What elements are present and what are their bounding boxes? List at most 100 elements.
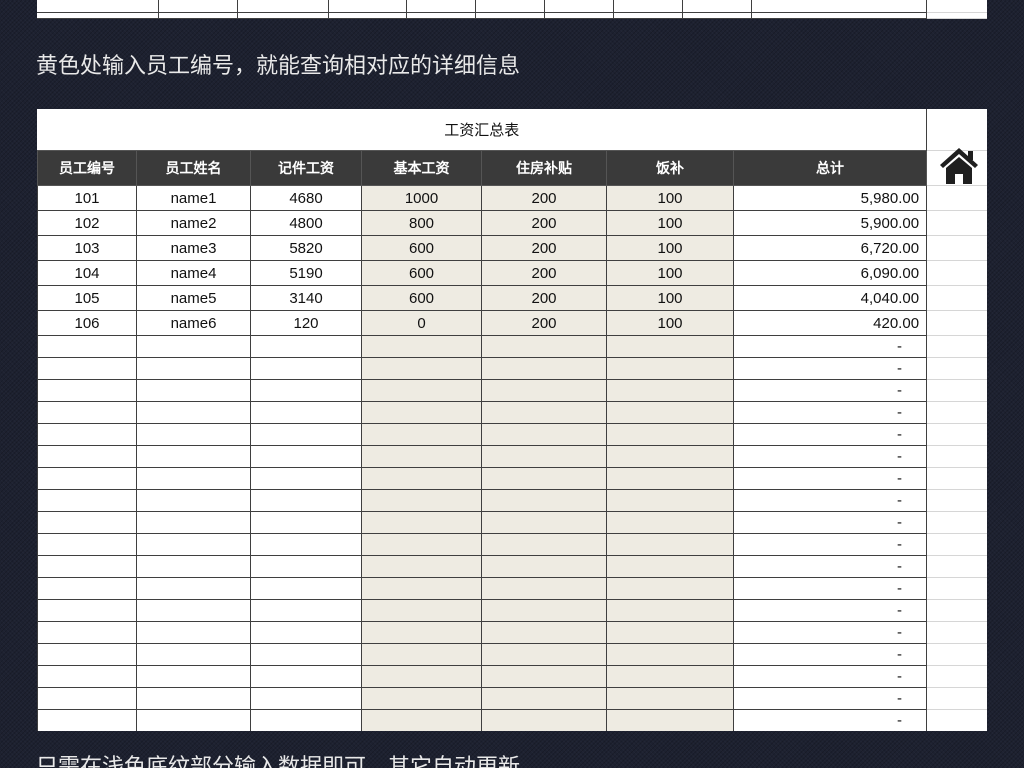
cell-total[interactable]: -: [732, 335, 928, 358]
cell-housing-allowance[interactable]: [481, 423, 607, 446]
cell-housing-allowance[interactable]: 200: [481, 285, 607, 311]
cell-employee-id[interactable]: [37, 533, 137, 556]
cell-employee-id[interactable]: 102: [37, 210, 137, 236]
partial-side-cell[interactable]: [926, 12, 987, 19]
sheet-title[interactable]: 工资汇总表: [37, 109, 928, 151]
cell-housing-allowance[interactable]: [481, 401, 607, 424]
cell-employee-name[interactable]: [136, 709, 251, 731]
cell-housing-allowance[interactable]: [481, 379, 607, 402]
cell-meal-allowance[interactable]: [606, 423, 734, 446]
side-cell[interactable]: [926, 687, 987, 710]
cell-employee-id[interactable]: [37, 555, 137, 578]
cell-base-wage[interactable]: [361, 709, 482, 731]
column-header-employee-name[interactable]: 员工姓名: [136, 150, 251, 186]
cell-total[interactable]: -: [732, 621, 928, 644]
cell-piece-wage[interactable]: [250, 445, 362, 468]
cell-piece-wage[interactable]: [250, 511, 362, 534]
cell-employee-id[interactable]: 104: [37, 260, 137, 286]
partial-cell[interactable]: [37, 0, 159, 13]
side-cell[interactable]: [926, 310, 987, 336]
cell-meal-allowance[interactable]: [606, 357, 734, 380]
cell-housing-allowance[interactable]: [481, 709, 607, 731]
side-cell[interactable]: [926, 379, 987, 402]
column-header-total[interactable]: 总计: [732, 150, 928, 186]
cell-meal-allowance[interactable]: [606, 335, 734, 358]
cell-total[interactable]: 5,900.00: [732, 210, 928, 236]
cell-total[interactable]: -: [732, 423, 928, 446]
cell-employee-id[interactable]: [37, 511, 137, 534]
cell-total[interactable]: -: [732, 533, 928, 556]
column-header-base-wage[interactable]: 基本工资: [361, 150, 482, 186]
cell-housing-allowance[interactable]: [481, 665, 607, 688]
cell-employee-name[interactable]: [136, 335, 251, 358]
cell-meal-allowance[interactable]: 100: [606, 260, 734, 286]
cell-base-wage[interactable]: [361, 467, 482, 490]
cell-employee-id[interactable]: [37, 379, 137, 402]
cell-piece-wage[interactable]: [250, 709, 362, 731]
cell-employee-name[interactable]: name4: [136, 260, 251, 286]
cell-meal-allowance[interactable]: 100: [606, 285, 734, 311]
cell-employee-id[interactable]: 101: [37, 185, 137, 211]
cell-piece-wage[interactable]: [250, 423, 362, 446]
cell-housing-allowance[interactable]: [481, 511, 607, 534]
cell-employee-id[interactable]: [37, 467, 137, 490]
side-cell[interactable]: [926, 210, 987, 236]
cell-base-wage[interactable]: [361, 555, 482, 578]
side-cell[interactable]: [926, 445, 987, 468]
cell-employee-id[interactable]: 105: [37, 285, 137, 311]
partial-cell[interactable]: [613, 12, 683, 19]
partial-cell[interactable]: [682, 0, 752, 13]
partial-cell[interactable]: [158, 0, 238, 13]
cell-base-wage[interactable]: 600: [361, 260, 482, 286]
cell-piece-wage[interactable]: 4800: [250, 210, 362, 236]
cell-piece-wage[interactable]: [250, 577, 362, 600]
cell-employee-name[interactable]: [136, 467, 251, 490]
cell-housing-allowance[interactable]: [481, 555, 607, 578]
cell-total[interactable]: -: [732, 599, 928, 622]
cell-base-wage[interactable]: [361, 533, 482, 556]
partial-cell[interactable]: [406, 12, 476, 19]
cell-total[interactable]: -: [732, 357, 928, 380]
cell-housing-allowance[interactable]: [481, 357, 607, 380]
cell-employee-name[interactable]: [136, 489, 251, 512]
cell-total[interactable]: -: [732, 577, 928, 600]
cell-housing-allowance[interactable]: [481, 599, 607, 622]
cell-meal-allowance[interactable]: [606, 665, 734, 688]
cell-employee-name[interactable]: [136, 445, 251, 468]
cell-total[interactable]: 420.00: [732, 310, 928, 336]
side-cell[interactable]: [926, 621, 987, 644]
cell-housing-allowance[interactable]: 200: [481, 185, 607, 211]
cell-housing-allowance[interactable]: [481, 687, 607, 710]
cell-piece-wage[interactable]: [250, 687, 362, 710]
cell-meal-allowance[interactable]: [606, 445, 734, 468]
cell-employee-id[interactable]: [37, 401, 137, 424]
cell-employee-name[interactable]: [136, 621, 251, 644]
cell-meal-allowance[interactable]: [606, 621, 734, 644]
cell-employee-id[interactable]: [37, 423, 137, 446]
cell-base-wage[interactable]: [361, 577, 482, 600]
cell-housing-allowance[interactable]: 200: [481, 310, 607, 336]
cell-meal-allowance[interactable]: 100: [606, 310, 734, 336]
cell-employee-id[interactable]: [37, 599, 137, 622]
cell-base-wage[interactable]: [361, 423, 482, 446]
cell-employee-name[interactable]: [136, 555, 251, 578]
partial-cell[interactable]: [406, 0, 476, 13]
cell-base-wage[interactable]: [361, 357, 482, 380]
cell-piece-wage[interactable]: [250, 379, 362, 402]
cell-base-wage[interactable]: [361, 335, 482, 358]
cell-meal-allowance[interactable]: [606, 687, 734, 710]
cell-piece-wage[interactable]: 4680: [250, 185, 362, 211]
cell-piece-wage[interactable]: [250, 643, 362, 666]
cell-employee-name[interactable]: [136, 643, 251, 666]
side-cell[interactable]: [926, 423, 987, 446]
cell-total[interactable]: -: [732, 445, 928, 468]
partial-cell[interactable]: [613, 0, 683, 13]
side-cell[interactable]: [926, 555, 987, 578]
cell-employee-id[interactable]: [37, 445, 137, 468]
cell-housing-allowance[interactable]: [481, 621, 607, 644]
cell-total[interactable]: -: [732, 379, 928, 402]
cell-employee-name[interactable]: name2: [136, 210, 251, 236]
cell-employee-name[interactable]: name6: [136, 310, 251, 336]
cell-meal-allowance[interactable]: [606, 511, 734, 534]
cell-total[interactable]: -: [732, 709, 928, 731]
